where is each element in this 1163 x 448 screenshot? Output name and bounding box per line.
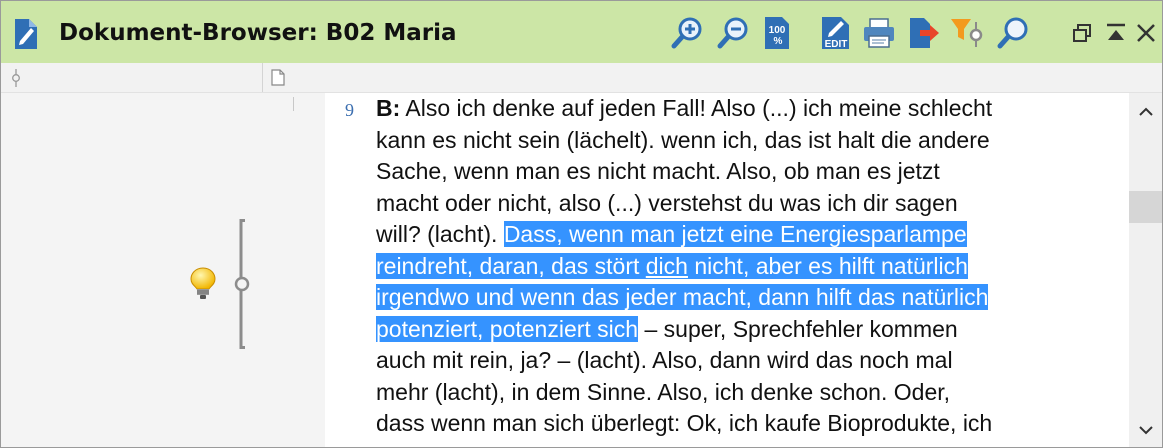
zoom-out-icon — [717, 17, 748, 49]
edit-button[interactable]: EDIT — [817, 15, 853, 51]
export-button[interactable] — [905, 15, 941, 51]
scroll-up-button[interactable] — [1129, 97, 1162, 127]
column-header — [1, 63, 1162, 93]
text-line: irgendwo und wenn das jeder macht, dann … — [376, 282, 1129, 314]
text-line: reindreht, daran, das stört dich nicht, … — [376, 251, 1129, 283]
search-icon — [997, 17, 1028, 49]
column-separator[interactable] — [262, 63, 263, 92]
vertical-scrollbar[interactable] — [1129, 93, 1162, 447]
text-line: will? (lacht). Dass, wenn man jetzt eine… — [376, 219, 1129, 251]
close-window-button[interactable] — [1131, 15, 1161, 51]
text-fragment: will? (lacht). — [376, 221, 504, 247]
export-icon — [910, 18, 939, 48]
zoom-100-label: 100 — [769, 25, 786, 36]
document-text-area[interactable]: 9 B: Also ich denke auf jeden Fall! Also… — [325, 93, 1129, 447]
scroll-thumb[interactable] — [1129, 191, 1162, 223]
text-line: Sache, wenn man es nicht macht. Also, ob… — [376, 156, 1129, 188]
coded-segment-text: nicht, aber es hilft natürlich — [687, 252, 968, 279]
paragraph-text[interactable]: B: Also ich denke auf jeden Fall! Also (… — [376, 93, 1129, 440]
lightbulb-icon[interactable] — [190, 267, 216, 301]
coded-segment-text: irgendwo und wenn das jeder macht, dann … — [376, 284, 989, 310]
chevron-up-icon — [1138, 107, 1153, 116]
coded-segment-text: Dass, wenn man jetzt eine Energiesparlam… — [503, 221, 967, 247]
coded-segment-text: reindreht, daran, das stört — [376, 252, 646, 279]
zoom-100-percent: % — [774, 36, 783, 47]
text-line: dass wenn man sich überlegt: Ok, ich kau… — [376, 408, 1129, 440]
text-fragment: auch mit rein, ja? – (lacht). Also, dann… — [376, 347, 953, 373]
search-button[interactable] — [995, 15, 1031, 51]
print-icon — [864, 18, 894, 48]
dock-top-button[interactable] — [1101, 15, 1131, 51]
text-fragment: Sache, wenn man es nicht macht. Also, ob… — [376, 158, 940, 184]
chevron-down-icon — [1138, 426, 1153, 435]
text-fragment: – super, Sprechfehler kommen — [638, 315, 958, 342]
edit-icon: EDIT — [822, 17, 849, 50]
text-fragment: Also ich denke auf jeden Fall! Also (...… — [400, 95, 993, 121]
filter-button[interactable] — [949, 15, 985, 51]
filter-icon — [951, 19, 983, 47]
code-stripes-pane — [1, 93, 263, 447]
zoom-in-icon — [671, 17, 702, 49]
coded-segment-text: dich — [645, 252, 688, 279]
print-button[interactable] — [861, 15, 897, 51]
paragraph-line-number: 9 — [345, 100, 354, 120]
text-fragment: macht oder nicht, also (...) verstehst d… — [376, 189, 958, 216]
zoom-in-button[interactable] — [669, 15, 705, 51]
text-fragment: kann es nicht sein (lächelt). wenn ich, … — [376, 126, 990, 153]
text-line: macht oder nicht, also (...) verstehst d… — [376, 188, 1129, 220]
scroll-down-button[interactable] — [1129, 415, 1162, 445]
text-line: kann es nicht sein (lächelt). wenn ich, … — [376, 125, 1129, 157]
coded-segment-text: potenziert, potenziert sich — [376, 315, 639, 342]
text-line: B: Also ich denke auf jeden Fall! Also (… — [376, 93, 1129, 125]
text-line: potenziert, potenziert sich – super, Spr… — [376, 314, 1129, 346]
text-fragment: dass wenn man sich überlegt: Ok, ich kau… — [376, 410, 993, 436]
zoom-100-icon: 100 % — [765, 17, 789, 49]
close-icon — [1137, 24, 1155, 42]
title-bar: Dokument-Browser: B02 Maria 100 % EDIT — [1, 1, 1162, 63]
memo-anchor-circle[interactable] — [233, 275, 251, 298]
paragraph-margin-pane — [263, 93, 325, 447]
zoom-out-button[interactable] — [715, 15, 751, 51]
zoom-100-button[interactable]: 100 % — [759, 15, 795, 51]
restore-icon — [1073, 24, 1091, 42]
document-icon — [13, 18, 39, 50]
margin-tick — [293, 97, 294, 111]
text-line: mehr (lacht), in dem Sinne. Also, ich de… — [376, 377, 1129, 409]
document-column-header-icon[interactable] — [271, 69, 285, 91]
code-column-header-icon[interactable] — [10, 69, 22, 92]
dock-top-icon — [1107, 23, 1125, 40]
speaker-label: B: — [376, 95, 401, 121]
window-title: Dokument-Browser: B02 Maria — [59, 20, 457, 46]
document-browser-window: Dokument-Browser: B02 Maria 100 % EDIT 9… — [0, 0, 1163, 448]
restore-window-button[interactable] — [1067, 15, 1097, 51]
text-fragment: mehr (lacht), in dem Sinne. Also, ich de… — [376, 378, 951, 405]
text-line: auch mit rein, ja? – (lacht). Also, dann… — [376, 345, 1129, 377]
edit-label: EDIT — [825, 39, 848, 50]
